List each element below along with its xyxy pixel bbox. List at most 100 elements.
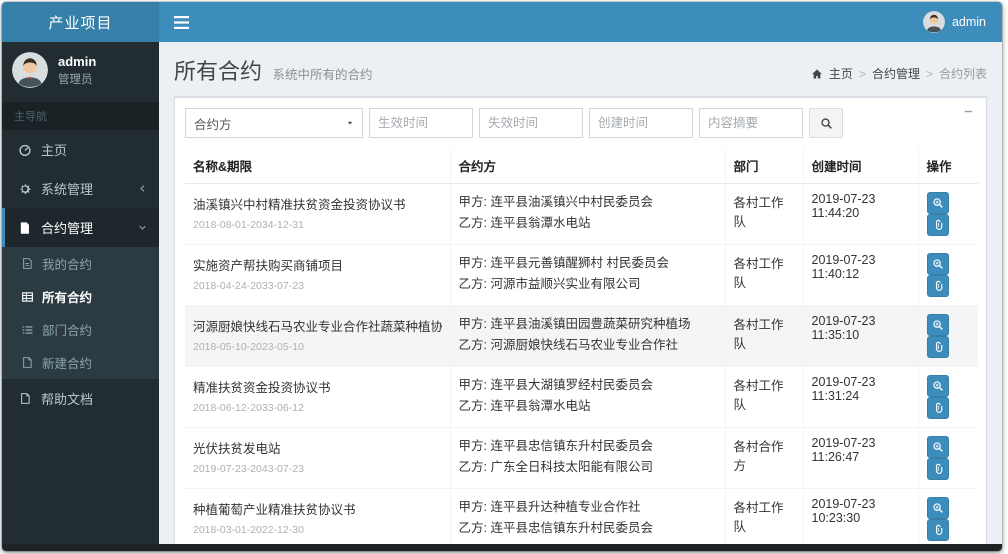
contract-period: 2018-04-24-2033-07-23: [193, 280, 304, 292]
breadcrumb-contract-list: 合约列表: [938, 67, 987, 81]
attachment-button[interactable]: [926, 397, 949, 419]
contract-title: 河源厨娘快线石马农业专业合作社蔬菜种植协议: [193, 320, 442, 334]
summary-input[interactable]: [699, 108, 803, 138]
view-contract-button[interactable]: [926, 375, 949, 397]
party-a-line: 甲方: 连平县忠信镇东升村民委员会: [459, 436, 717, 457]
main-header: 产业项目 admin: [2, 2, 1002, 42]
attachment-button[interactable]: [926, 275, 949, 297]
list-icon: [20, 324, 34, 336]
party-a-value: 连平县元善镇醒狮村 村民委员会: [490, 256, 669, 270]
view-contract-button[interactable]: [926, 253, 949, 275]
navbar-username: admin: [951, 15, 986, 29]
party-b-label: 乙方:: [458, 277, 487, 292]
home-icon: [811, 68, 823, 80]
party-b-line: 乙方: 河源厨娘快线石马农业专业合作社: [459, 335, 717, 356]
effective-date-input[interactable]: [369, 108, 473, 138]
party-a-label: 甲方:: [458, 317, 487, 331]
zoom-in-icon: [932, 197, 944, 209]
department-cell: 各村工作队: [724, 305, 803, 367]
sidebar-item-label: 新建合约: [42, 357, 93, 371]
breadcrumb-contract-mgmt[interactable]: 合约管理: [872, 65, 920, 82]
main-sidebar: admin 管理员 主导航 主页 系统管理 合约管理 我的合约 所有合约 部门合…: [2, 42, 159, 544]
department-cell: 各村工作队: [724, 366, 803, 428]
created-time-cell: 2019-07-23 11:26:47: [802, 427, 918, 489]
sidebar-toggle-button[interactable]: [159, 2, 203, 42]
sidebar-item-help-docs[interactable]: 帮助文档: [2, 379, 159, 418]
caret-down-icon: [346, 119, 354, 127]
party-a-line: 甲方: 连平县油溪镇兴中村民委员会: [459, 192, 717, 213]
expire-date-input[interactable]: [479, 108, 583, 138]
sidebar-item-label: 我的合约: [42, 258, 93, 272]
navbar-user-menu[interactable]: admin: [907, 2, 1002, 42]
column-header-created: 创建时间: [802, 148, 918, 184]
party-a-value: 连平县油溪镇兴中村民委员会: [490, 195, 653, 209]
view-contract-button[interactable]: [926, 314, 949, 336]
app-window: 产业项目 admin admin 管理员 主导航 主页 系统管理 合约管理 我的…: [2, 2, 1002, 551]
box-collapse-button[interactable]: [963, 106, 974, 117]
party-b-line: 乙方: 连平县翁潭水电站: [459, 213, 717, 234]
paperclip-icon: [932, 341, 944, 353]
search-icon: [820, 117, 833, 130]
party-a-value: 连平县大湖镇罗经村民委员会: [490, 378, 653, 392]
contract-period: 2019-07-23-2043-07-23: [193, 463, 304, 475]
paperclip-icon: [932, 219, 944, 231]
party-a-line: 甲方: 连平县元善镇醒狮村 村民委员会: [459, 253, 717, 274]
contract-title: 种植葡萄产业精准扶贫协议书: [193, 503, 356, 517]
sidebar-item-my-contracts[interactable]: 我的合约: [2, 247, 159, 280]
column-header-name: 名称&期限: [185, 148, 450, 184]
brand-logo[interactable]: 产业项目: [2, 2, 159, 42]
table-row: 精准扶贫资金投资协议书 2018-06-12-2033-06-12 甲方: 连平…: [185, 366, 978, 428]
attachment-button[interactable]: [926, 458, 949, 480]
created-time-cell: 2019-07-23 10:23:30: [802, 488, 918, 544]
party-a-value: 连平县忠信镇东升村民委员会: [490, 439, 653, 453]
party-a-label: 甲方:: [458, 439, 487, 453]
view-contract-button[interactable]: [926, 497, 949, 519]
file-blank-icon: [17, 392, 32, 405]
hamburger-icon: [173, 15, 189, 29]
party-b-line: 乙方: 广东全日科技太阳能有限公司: [459, 457, 717, 478]
contract-title: 实施资产帮扶购买商铺项目: [193, 259, 344, 273]
contract-title: 光伏扶贫发电站: [193, 442, 281, 456]
created-date-input[interactable]: [589, 108, 693, 138]
table-row: 光伏扶贫发电站 2019-07-23-2043-07-23 甲方: 连平县忠信镇…: [185, 427, 978, 489]
party-b-line: 乙方: 连平县翁潭水电站: [459, 396, 717, 417]
created-time-cell: 2019-07-23 11:44:20: [802, 183, 918, 245]
attachment-button[interactable]: [926, 336, 949, 358]
table-header-row: 名称&期限 合约方 部门 创建时间 操作: [185, 148, 978, 184]
party-a-line: 甲方: 连平县升达种植专业合作社: [459, 497, 717, 518]
search-button[interactable]: [809, 108, 843, 138]
sidebar-item-system[interactable]: 系统管理: [2, 169, 159, 208]
party-b-value: 河源厨娘快线石马农业专业合作社: [490, 338, 678, 353]
window-bottom-bar: [2, 544, 1002, 551]
zoom-in-icon: [932, 258, 944, 270]
gear-icon: [17, 182, 32, 196]
zoom-in-icon: [932, 441, 944, 453]
breadcrumb: 主页 > 合约管理 > 合约列表: [811, 65, 987, 86]
paperclip-icon: [932, 280, 944, 292]
table-row: 种植葡萄产业精准扶贫协议书 2018-03-01-2022-12-30 甲方: …: [185, 488, 978, 544]
party-b-line: 乙方: 连平县忠信镇东升村民委员会: [459, 518, 717, 539]
party-b-value: 广东全日科技太阳能有限公司: [490, 460, 653, 475]
party-filter-select[interactable]: 合约方: [185, 108, 363, 138]
sidebar-item-home[interactable]: 主页: [2, 130, 159, 169]
zoom-in-icon: [932, 380, 944, 392]
sidebar-item-contracts[interactable]: 合约管理: [2, 208, 159, 247]
view-contract-button[interactable]: [926, 192, 949, 214]
page-title: 所有合约: [174, 59, 263, 84]
party-a-line: 甲方: 连平县大湖镇罗经村民委员会: [459, 375, 717, 396]
sidebar-item-dept-contracts[interactable]: 部门合约: [2, 313, 159, 346]
minus-icon: [963, 106, 974, 117]
avatar: [12, 52, 48, 88]
contract-title: 油溪镇兴中村精准扶贫资金投资协议书: [193, 198, 406, 212]
view-contract-button[interactable]: [926, 436, 949, 458]
breadcrumb-home[interactable]: 主页: [829, 65, 853, 82]
sidebar-item-all-contracts[interactable]: 所有合约: [2, 280, 159, 313]
paperclip-icon: [932, 524, 944, 536]
attachment-button[interactable]: [926, 214, 949, 236]
attachment-button[interactable]: [926, 519, 949, 541]
party-b-value: 河源市益顺兴实业有限公司: [490, 277, 641, 292]
party-b-value: 连平县忠信镇东升村民委员会: [490, 521, 653, 536]
party-b-label: 乙方:: [458, 399, 487, 414]
table-row: 油溪镇兴中村精准扶贫资金投资协议书 2018-08-01-2034-12-31 …: [185, 183, 978, 245]
sidebar-item-new-contract[interactable]: 新建合约: [2, 346, 159, 379]
